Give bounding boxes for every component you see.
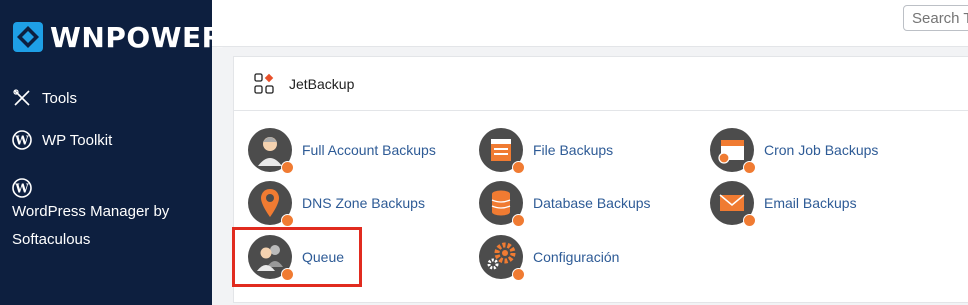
sidebar-item-label: WP Toolkit — [42, 131, 113, 149]
jetbackup-grid-icon — [254, 73, 274, 94]
brand-logo[interactable]: WNPOWER — [12, 20, 224, 54]
backup-badge-icon — [281, 214, 294, 227]
dns-zone-backups-link[interactable]: DNS Zone Backups — [248, 181, 425, 227]
backup-badge-icon — [743, 161, 756, 174]
backup-badge-icon — [512, 161, 525, 174]
section-title: JetBackup — [289, 76, 355, 92]
brand-name: WNPOWER — [50, 20, 224, 54]
configuration-link[interactable]: Configuración — [479, 235, 619, 281]
panel-header: JetBackup — [234, 57, 968, 111]
sidebar: WNPOWER Tools W WP Toolkit W WordPress M… — [0, 0, 223, 305]
sidebar-item-wordpress-manager[interactable]: W WordPress Manager by Softaculous — [12, 173, 202, 254]
svg-text:W: W — [14, 134, 29, 148]
sidebar-item-label: WordPress Manager by Softaculous — [12, 203, 170, 248]
wordpress-icon: W — [12, 130, 32, 150]
full-account-backups-link[interactable]: Full Account Backups — [248, 128, 436, 174]
queue-highlight-box — [232, 227, 362, 287]
backup-badge-icon — [512, 268, 525, 281]
backup-badge-icon — [743, 214, 756, 227]
search-input[interactable] — [903, 5, 968, 31]
backup-badge-icon — [512, 214, 525, 227]
svg-text:W: W — [14, 182, 29, 196]
top-bar — [212, 0, 968, 47]
tools-icon — [13, 89, 30, 106]
cron-job-backups-link[interactable]: Cron Job Backups — [710, 128, 878, 174]
wordpress-icon: W — [12, 178, 32, 198]
database-backups-link[interactable]: Database Backups — [479, 181, 651, 227]
email-backups-link[interactable]: Email Backups — [710, 181, 857, 227]
file-backups-link[interactable]: File Backups — [479, 128, 613, 174]
sidebar-item-tools[interactable]: Tools — [12, 88, 77, 108]
sidebar-item-wp-toolkit[interactable]: W WP Toolkit — [12, 130, 112, 150]
backup-badge-icon — [281, 161, 294, 174]
sidebar-item-label: Tools — [42, 89, 78, 107]
wnpower-logo-icon — [13, 22, 43, 52]
